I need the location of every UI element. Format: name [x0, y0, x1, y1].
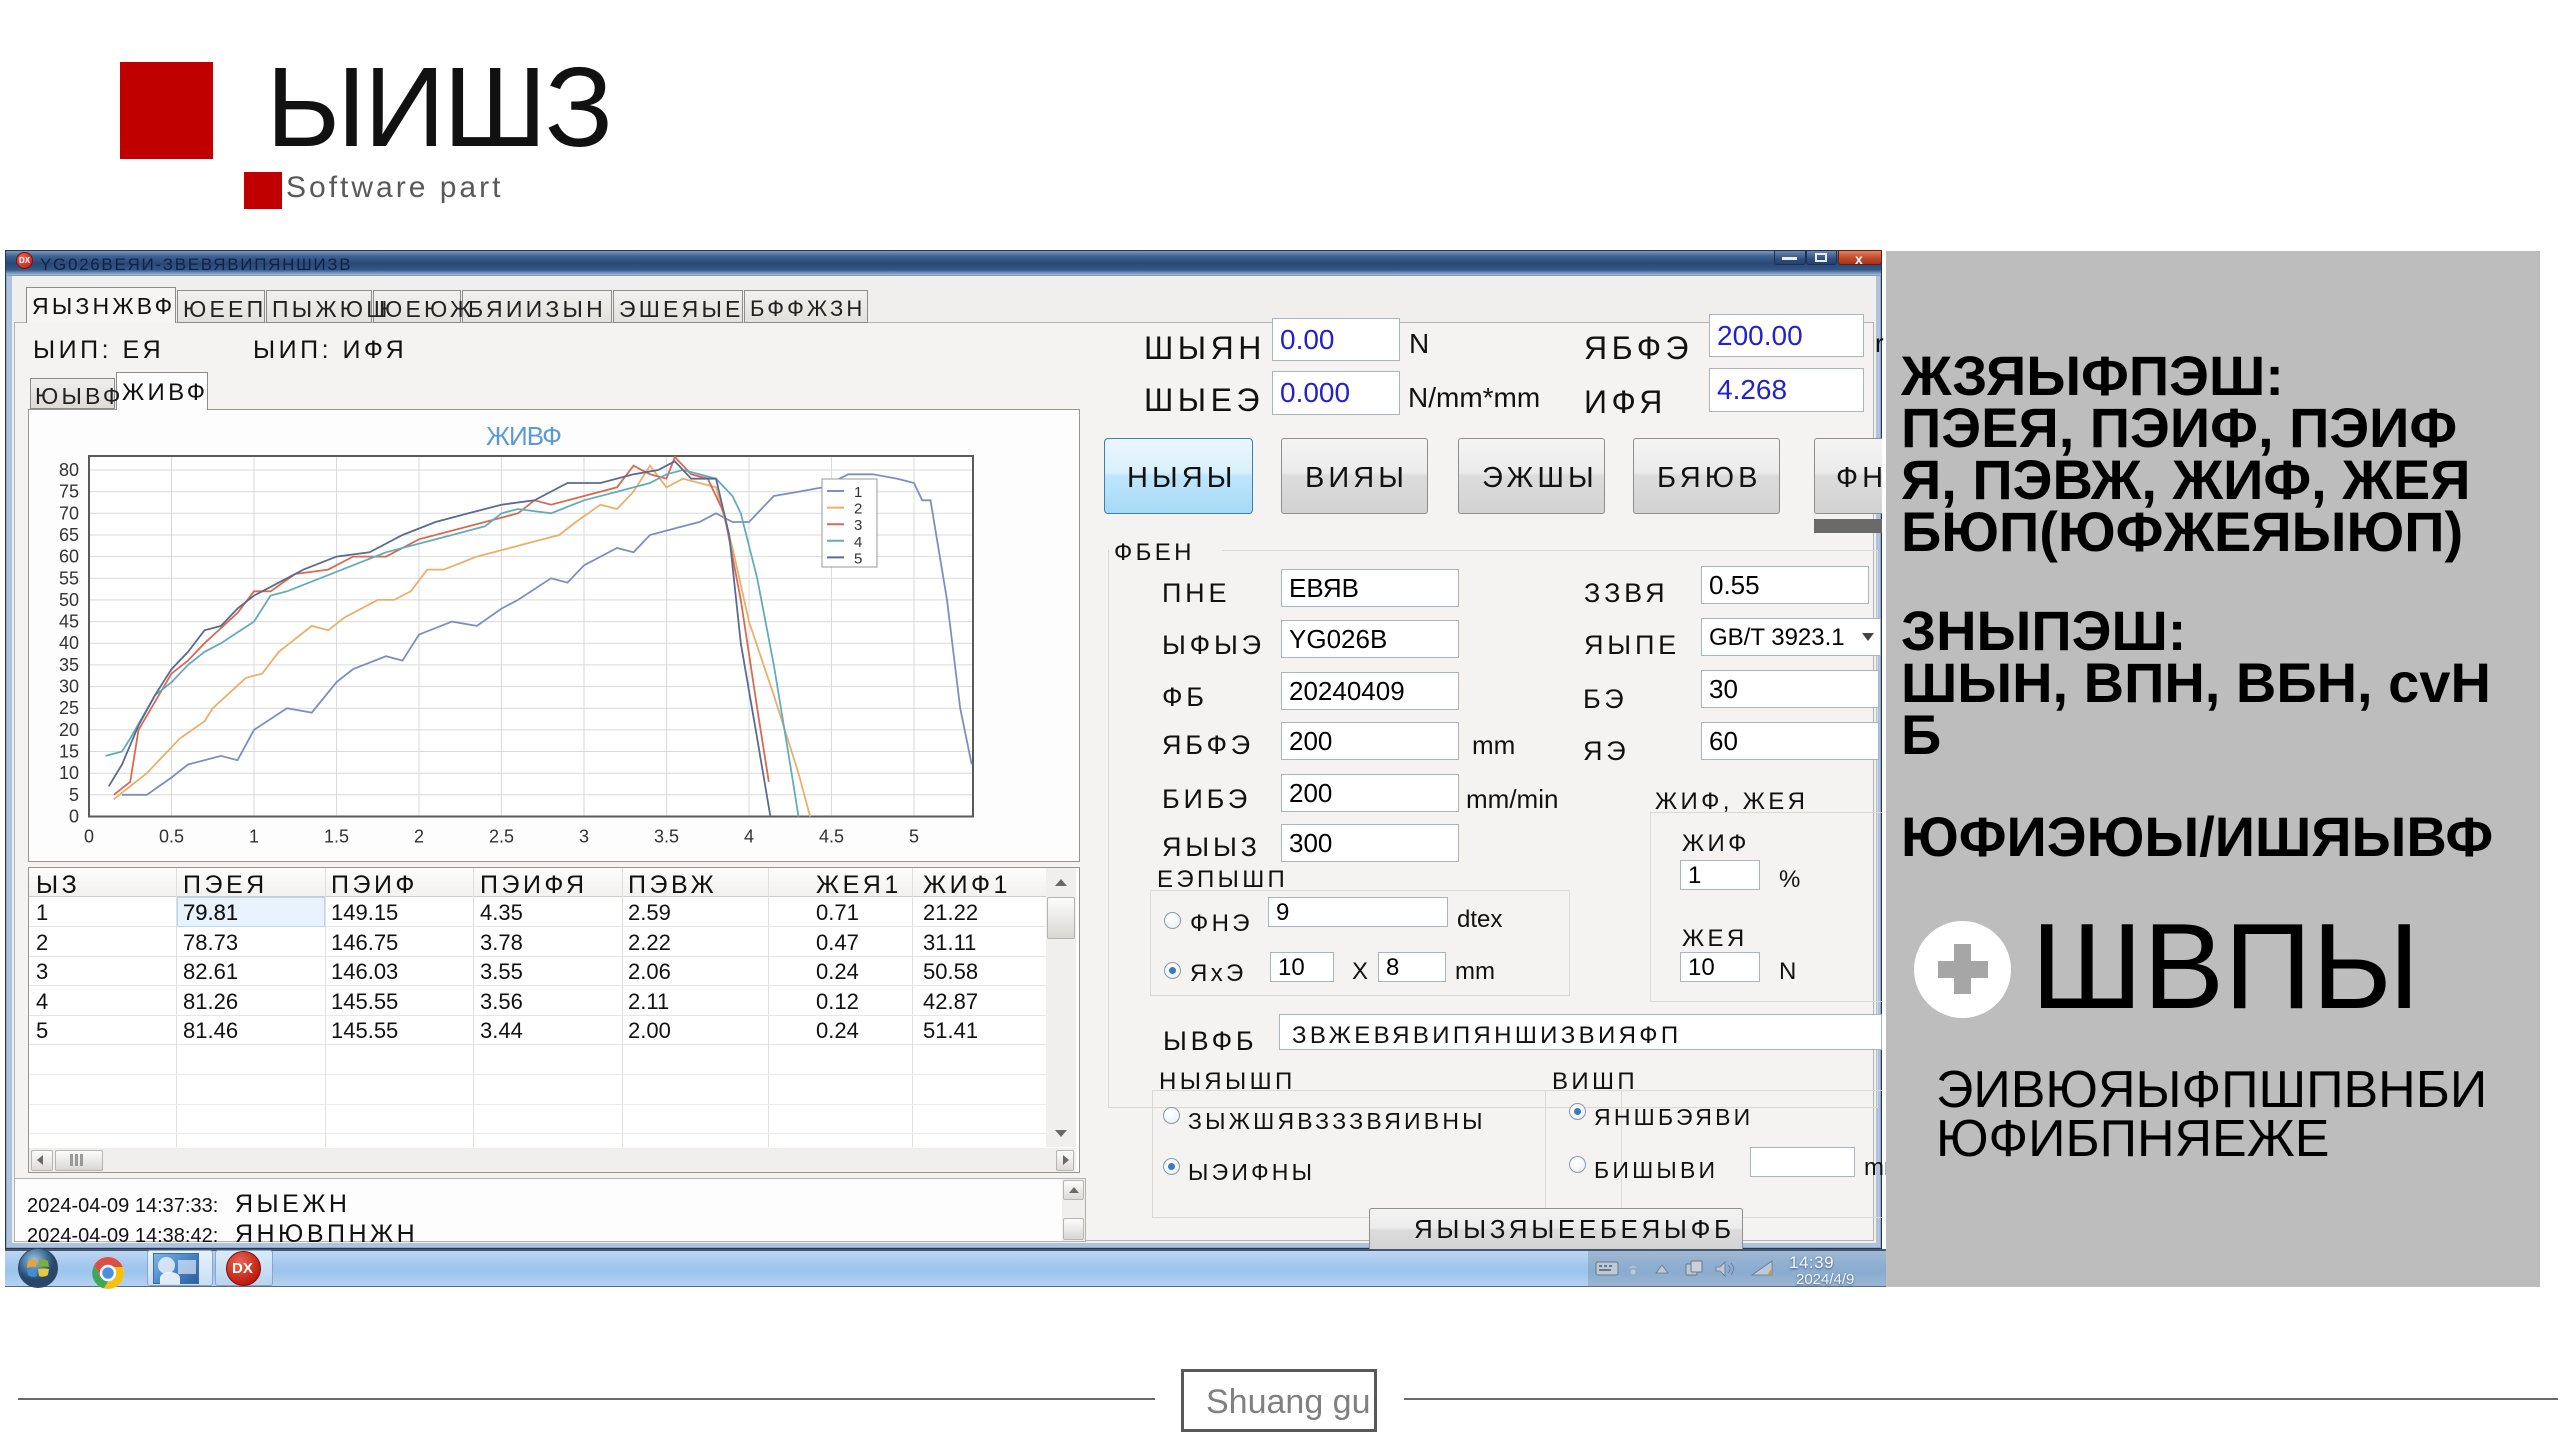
- svg-text:1: 1: [854, 484, 862, 501]
- svg-text:3: 3: [579, 827, 589, 847]
- svg-text:65: 65: [59, 525, 79, 545]
- svg-text:55: 55: [59, 568, 79, 588]
- svg-text:4: 4: [744, 827, 754, 847]
- svg-text:1.5: 1.5: [324, 827, 349, 847]
- svg-text:2.5: 2.5: [489, 827, 514, 847]
- svg-text:40: 40: [59, 633, 79, 653]
- svg-text:2: 2: [854, 501, 862, 518]
- svg-text:25: 25: [59, 698, 79, 718]
- svg-text:0: 0: [69, 807, 79, 827]
- svg-text:45: 45: [59, 612, 79, 632]
- svg-text:10: 10: [59, 763, 79, 783]
- svg-text:3: 3: [854, 517, 862, 534]
- svg-text:60: 60: [59, 547, 79, 567]
- svg-text:0.5: 0.5: [159, 827, 184, 847]
- svg-text:5: 5: [69, 785, 79, 805]
- svg-text:35: 35: [59, 655, 79, 675]
- svg-text:20: 20: [59, 720, 79, 740]
- svg-text:80: 80: [59, 460, 79, 480]
- svg-text:75: 75: [59, 482, 79, 502]
- svg-text:ЖИВФ: ЖИВФ: [486, 421, 561, 451]
- svg-text:5: 5: [909, 827, 919, 847]
- svg-text:0: 0: [84, 827, 94, 847]
- svg-text:3.5: 3.5: [654, 827, 679, 847]
- svg-text:70: 70: [59, 503, 79, 523]
- svg-text:30: 30: [59, 677, 79, 697]
- svg-text:4: 4: [854, 534, 862, 551]
- svg-text:4.5: 4.5: [819, 827, 844, 847]
- svg-text:50: 50: [59, 590, 79, 610]
- svg-text:2: 2: [414, 827, 424, 847]
- svg-text:5: 5: [854, 550, 862, 567]
- svg-text:1: 1: [249, 827, 259, 847]
- svg-text:15: 15: [59, 742, 79, 762]
